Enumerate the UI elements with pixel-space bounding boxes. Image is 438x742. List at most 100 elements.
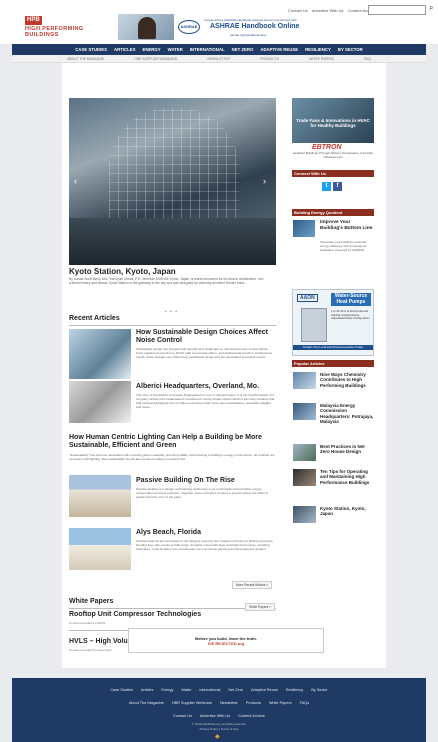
popular-title-3[interactable]: Best Practices in Net Zero House Design [320, 444, 375, 455]
article-title-passive[interactable]: Passive Building On The Rise [136, 477, 276, 485]
white-papers-more-button[interactable]: White Papers » [245, 603, 275, 611]
white-papers-heading: White Papers [69, 598, 114, 605]
popular-thumb-2[interactable] [293, 403, 316, 420]
search-input[interactable] [368, 5, 426, 15]
footer-copyright: © 2019 ASHRAE.org. All rights reserved. [191, 722, 247, 726]
nav-international[interactable]: INTERNATIONAL [190, 47, 225, 52]
popular-thumb-4[interactable] [293, 469, 316, 486]
footer-link[interactable]: Articles [141, 688, 153, 692]
top-link-advertise[interactable]: Advertise With Us [312, 8, 344, 13]
banner-url: ashrae.org/handbookonline [230, 33, 267, 37]
nav-adaptive-reuse[interactable]: ADAPTIVE REUSE [260, 47, 298, 52]
article-desc-alberici: The story of the Alberici Corporate Head… [136, 393, 275, 409]
search-icon[interactable]: ⌕ [429, 4, 437, 12]
footer-link[interactable]: Newsletter [220, 701, 238, 705]
divider [69, 325, 276, 326]
popular-thumb-5[interactable] [293, 506, 316, 523]
article-thumb-noise[interactable] [69, 329, 131, 379]
white-paper-meta-1: Content provided by AAON [69, 621, 106, 625]
footer-link[interactable]: Adaptive Reuse [251, 688, 278, 692]
popular-thumb-3[interactable] [293, 444, 316, 461]
footer-link[interactable]: FAQs [300, 701, 310, 705]
article-title-alberici[interactable]: Alberici Headquarters, Overland, Mo. [136, 383, 276, 391]
subnav-about[interactable]: ABOUT THE MAGAZINE [67, 57, 104, 61]
article-thumb-alberici[interactable] [69, 381, 131, 423]
footer-row-2: About The Magazine HBR Supplier Webinars… [12, 701, 426, 705]
footer-link[interactable]: White Papers [269, 701, 292, 705]
footer-link[interactable]: HBR Supplier Webinars [172, 701, 212, 705]
nav-resiliency[interactable]: RESILIENCY [305, 47, 331, 52]
quotient-heading: Building Energy Quotient [292, 209, 374, 216]
popular-title-2[interactable]: Malaysia Energy Commission Headquarters:… [320, 403, 375, 425]
top-link-contact[interactable]: Contact Us [288, 8, 308, 13]
facebook-icon[interactable]: f [333, 182, 342, 191]
popular-thumb-1[interactable] [293, 372, 316, 389]
slider-prev-icon[interactable]: ‹ [74, 176, 77, 186]
footer-privacy[interactable]: Privacy Policy | Terms of Use [12, 727, 426, 731]
footer-link[interactable]: About The Magazine [129, 701, 164, 705]
rejected-ad-banner[interactable]: Before you build, learn the truth. IVE R… [128, 628, 324, 653]
footer-link[interactable]: Advertise With Us [200, 714, 230, 718]
subnav-webinars[interactable]: HBR SUPPLIER WEBINARS [134, 57, 177, 61]
article-desc-alys: Florida residents are well aware of the … [136, 539, 274, 551]
connect-heading: Connect With Us [292, 170, 374, 177]
footer-link[interactable]: Resiliency [286, 688, 303, 692]
aaon-ad[interactable]: AAON Water-Source Heat Pumps 1 to 25 Ton… [292, 289, 374, 356]
popular-title-4[interactable]: Ten Tips for Operating and Maintaining H… [320, 469, 375, 485]
nav-energy[interactable]: ENERGY [142, 47, 160, 52]
site-logo[interactable]: HPB HIGH PERFORMING BUILDINGS [25, 8, 84, 38]
subnav-products[interactable]: PRODUCTS [260, 57, 279, 61]
article-desc-passive: Passive building is a design methodology… [136, 487, 268, 499]
footer-link[interactable]: International [199, 688, 220, 692]
sidebar-ad-text: Trade Fans & Innovations in HVAC for Hea… [296, 118, 370, 128]
aaon-footer: Contact Your Local AAON Representative T… [293, 345, 373, 350]
footer-link[interactable]: Energy [161, 688, 173, 692]
ashrae-banner-ad[interactable]: ASHRAE Access all four ASHRAE Handbook v… [118, 14, 318, 40]
nav-case-studies[interactable]: CASE STUDIES [75, 47, 107, 52]
sidebar-ad-image[interactable]: Trade Fans & Innovations in HVAC for Hea… [292, 98, 374, 143]
twitter-icon[interactable]: t [322, 182, 331, 191]
article-thumb-passive[interactable] [69, 475, 131, 517]
popular-title-1[interactable]: Nine Ways Chemistry Contributes to High … [320, 372, 375, 388]
quotient-title[interactable]: Improve Your Building's Bottom Line [320, 220, 374, 232]
footer-link[interactable]: By Sector [311, 688, 327, 692]
article-title-noise[interactable]: How Sustainable Design Choices Affect No… [136, 329, 276, 345]
subnav-white-papers[interactable]: WHITE PAPERS [309, 57, 334, 61]
aaon-headline: Water-Source Heat Pumps [331, 293, 371, 306]
footer-link[interactable]: Net Zero [228, 688, 243, 692]
subnav-newsletter[interactable]: NEWSLETTER [207, 57, 230, 61]
footer-link[interactable]: Content Archive [238, 714, 265, 718]
popular-title-5[interactable]: Kyoto Station, Kyoto, Japan [320, 506, 375, 517]
aaon-logo: AAON [297, 294, 318, 302]
banner-person-image [138, 17, 156, 39]
aaon-text: 1 to 25 Tons of Horizontal and Vertical … [331, 309, 370, 321]
heat-pump-unit-image [301, 308, 327, 342]
ebtron-logo[interactable]: EBTRON [312, 144, 342, 151]
footer-link[interactable]: Products [246, 701, 261, 705]
article-title-alys[interactable]: Alys Beach, Florida [136, 529, 276, 537]
main-nav: CASE STUDIES ARTICLES ENERGY WATER INTER… [12, 44, 426, 55]
nav-articles[interactable]: ARTICLES [114, 47, 136, 52]
slider-glass-roof [109, 108, 239, 228]
white-paper-title-1[interactable]: Rooftop Unit Compressor Technologies [69, 611, 201, 618]
article-desc-lighting: "Sustainability" has become associated w… [69, 453, 275, 461]
quotient-image[interactable] [293, 220, 315, 237]
nav-by-sector[interactable]: BY SECTOR [338, 47, 363, 52]
ashrae-logo: ASHRAE [178, 20, 200, 34]
article-title-lighting[interactable]: How Human Centric Lighting Can Help a Bu… [69, 434, 279, 450]
subnav-faq[interactable]: FAQ [364, 57, 371, 61]
slider-dots[interactable]: • • • [165, 309, 178, 315]
footer-link[interactable]: Contact Us [173, 714, 192, 718]
nav-net-zero[interactable]: NET ZERO [232, 47, 254, 52]
slider-next-icon[interactable]: › [263, 176, 266, 186]
ebtron-tagline: Healthier Buildings Through Airflow | Te… [293, 151, 373, 159]
more-recent-articles-button[interactable]: More Recent Articles » [232, 581, 273, 589]
nav-water[interactable]: WATER [168, 47, 183, 52]
sub-nav: ABOUT THE MAGAZINE HBR SUPPLIER WEBINARS… [12, 55, 426, 63]
featured-slider-image[interactable]: ‹ › [69, 98, 276, 265]
featured-title[interactable]: Kyoto Station, Kyoto, Japan [69, 267, 176, 276]
footer-link[interactable]: Water [181, 688, 191, 692]
footer-link[interactable]: Case Studies [110, 688, 133, 692]
article-thumb-alys[interactable] [69, 528, 131, 570]
footer-row-1: Case Studies Articles Energy Water Inter… [12, 688, 426, 692]
